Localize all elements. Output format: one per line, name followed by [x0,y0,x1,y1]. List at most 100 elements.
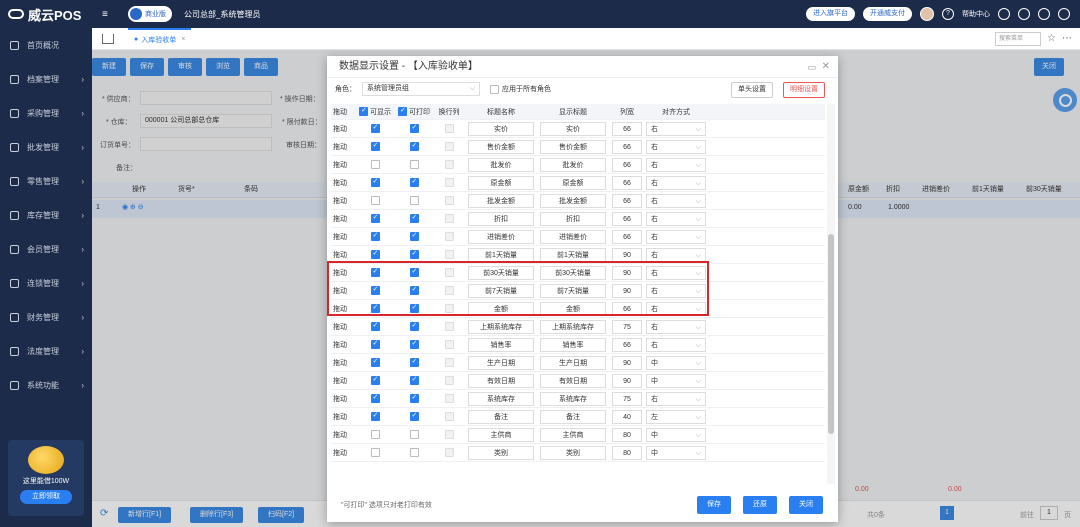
help-center-link[interactable]: 帮助中心 [962,9,990,19]
promo-card[interactable]: 这里能借100W 立即领取 [8,440,84,516]
show-checkbox[interactable] [370,448,380,457]
column-width-input[interactable]: 90 [612,247,642,262]
column-width-input[interactable]: 66 [612,211,642,226]
sidebar-item[interactable]: 财务管理 › [0,300,92,334]
column-setting-row[interactable]: 拖动 批发价 批发价 66 右 ⌵ [331,156,825,174]
enter-platform-link[interactable]: 进入旗平台 [806,7,855,21]
role-select[interactable]: 系统管理员组 ⌵ [362,82,480,96]
align-select[interactable]: 右 ⌵ [646,193,706,208]
column-width-input[interactable]: 66 [612,229,642,244]
wrap-checkbox[interactable] [444,358,454,367]
show-checkbox[interactable] [370,231,380,241]
show-checkbox[interactable] [370,411,380,421]
display-title-input[interactable]: 主供商 [540,427,606,442]
drag-handle[interactable]: 拖动 [331,232,355,242]
wrap-checkbox[interactable] [444,340,454,349]
sidebar-item[interactable]: 档案管理 › [0,62,92,96]
print-checkbox[interactable] [409,177,419,187]
display-title-input[interactable]: 类别 [540,445,606,460]
print-all-checkbox[interactable] [398,106,407,116]
align-select[interactable]: 中 ⌵ [646,355,706,370]
sidebar-item[interactable]: 批发管理 › [0,130,92,164]
column-setting-row[interactable]: 拖动 主供商 主供商 80 中 ⌵ [331,426,825,444]
show-checkbox[interactable] [370,213,380,223]
wrap-checkbox[interactable] [444,196,454,205]
display-title-input[interactable]: 折扣 [540,211,606,226]
column-width-input[interactable]: 66 [612,193,642,208]
drag-handle[interactable]: 拖动 [331,178,355,188]
drag-handle[interactable]: 拖动 [331,196,355,206]
column-width-input[interactable]: 66 [612,157,642,172]
wrap-checkbox[interactable] [444,250,454,259]
wrap-checkbox[interactable] [444,232,454,241]
display-title-input[interactable]: 系统库存 [540,391,606,406]
show-checkbox[interactable] [370,141,380,151]
hdr-show[interactable]: 可显示 [355,106,395,117]
print-checkbox[interactable] [409,430,419,439]
drag-handle[interactable]: 拖动 [331,358,355,368]
print-checkbox[interactable] [409,393,419,403]
show-checkbox[interactable] [370,393,380,403]
sidebar-item[interactable]: 系统功能 › [0,368,92,402]
column-width-input[interactable]: 66 [612,175,642,190]
bell-icon[interactable] [1018,8,1030,20]
drag-handle[interactable]: 拖动 [331,448,355,458]
column-setting-row[interactable]: 拖动实价实价66右⌵ [331,120,825,138]
column-setting-row[interactable]: 拖动系统库存系统库存75右⌵ [331,390,825,408]
tab-receiving[interactable]: ● 入库验收单 × [128,27,192,50]
wrap-checkbox[interactable] [444,430,454,439]
display-title-input[interactable]: 进销差价 [540,229,606,244]
print-checkbox[interactable] [409,160,419,169]
align-select[interactable]: 中 ⌵ [646,445,706,460]
display-title-input[interactable]: 批发价 [540,157,606,172]
print-checkbox[interactable] [409,213,419,223]
drag-handle[interactable]: 拖动 [331,430,355,440]
print-checkbox[interactable] [409,141,419,151]
home-icon[interactable] [102,33,114,44]
drag-handle[interactable]: 拖动 [331,412,355,422]
sidebar-item[interactable]: 零售管理 › [0,164,92,198]
display-title-input[interactable]: 上期系统库存 [540,319,606,334]
show-checkbox[interactable] [370,321,380,331]
drag-handle[interactable]: 拖动 [331,160,355,170]
column-setting-row[interactable]: 拖动 类别 类别 80 中 ⌵ [331,444,825,462]
restore-button[interactable]: 还原 [743,496,777,514]
collapse-menu-icon[interactable]: ≡ [102,9,118,20]
sidebar-item[interactable]: 首页概况 [0,28,92,62]
column-setting-row[interactable]: 拖动生产日期生产日期90中⌵ [331,354,825,372]
display-title-input[interactable]: 销售率 [540,337,606,352]
apply-all-checkbox[interactable] [490,84,499,94]
star-icon[interactable]: ☆ [1047,33,1056,44]
display-title-input[interactable]: 批发金额 [540,193,606,208]
print-checkbox[interactable] [409,448,419,457]
column-width-input[interactable]: 40 [612,409,642,424]
print-checkbox[interactable] [409,123,419,133]
minimize-icon[interactable]: ▭ [807,56,816,78]
sidebar-item[interactable]: 法度管理 › [0,334,92,368]
align-select[interactable]: 右 ⌵ [646,175,706,190]
sidebar-item[interactable]: 采购管理 › [0,96,92,130]
wrap-checkbox[interactable] [444,178,454,187]
wrap-checkbox[interactable] [444,142,454,151]
print-checkbox[interactable] [409,411,419,421]
close-tab-icon[interactable]: × [181,36,185,43]
show-checkbox[interactable] [370,249,380,259]
column-width-input[interactable]: 75 [612,319,642,334]
align-select[interactable]: 右 ⌵ [646,247,706,262]
show-checkbox[interactable] [370,339,380,349]
column-setting-row[interactable]: 拖动进销差价进销差价66右⌵ [331,228,825,246]
column-width-input[interactable]: 80 [612,445,642,460]
drag-handle[interactable]: 拖动 [331,376,355,386]
align-select[interactable]: 左 ⌵ [646,409,706,424]
print-checkbox[interactable] [409,196,419,205]
display-title-input[interactable]: 前1天销量 [540,247,606,262]
column-width-input[interactable]: 66 [612,139,642,154]
drag-handle[interactable]: 拖动 [331,322,355,332]
align-select[interactable]: 右 ⌵ [646,139,706,154]
lock-icon[interactable] [1038,8,1050,20]
wrap-checkbox[interactable] [444,376,454,385]
show-checkbox[interactable] [370,375,380,385]
wrap-checkbox[interactable] [444,412,454,421]
column-width-input[interactable]: 90 [612,355,642,370]
more-icon[interactable]: ⋯ [1062,33,1072,44]
